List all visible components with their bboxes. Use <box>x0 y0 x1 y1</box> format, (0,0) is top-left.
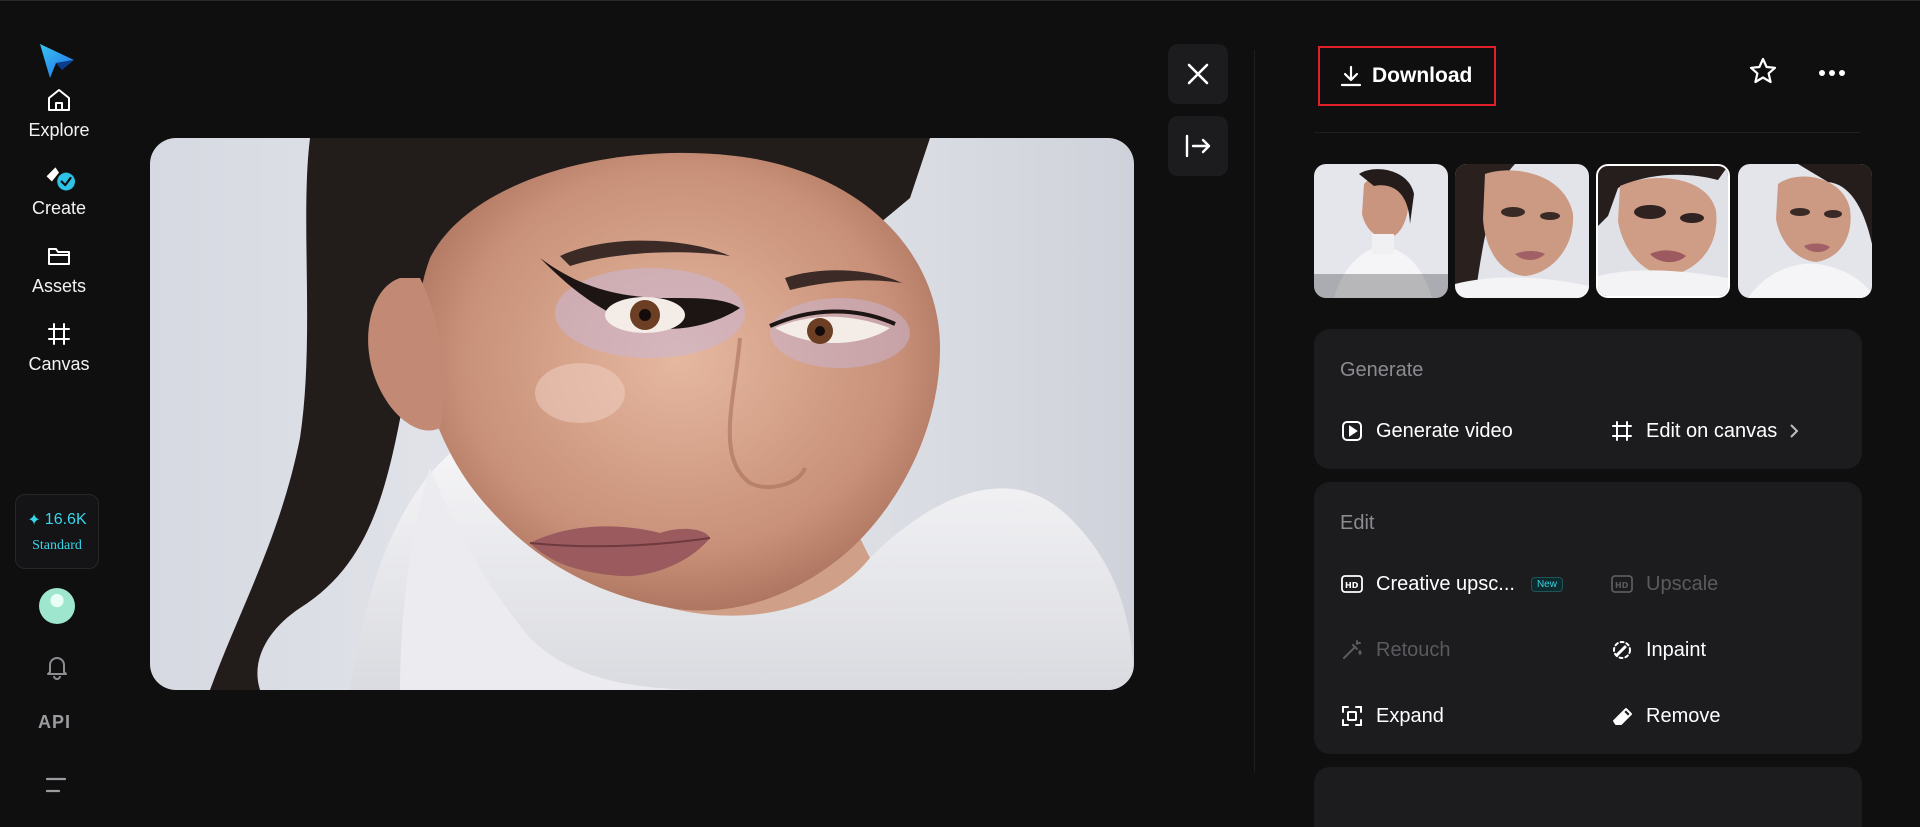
credits-amount-row: ✦ 16.6K <box>27 510 86 530</box>
expand-label: Expand <box>1376 704 1444 727</box>
more-options-button[interactable] <box>1816 62 1848 84</box>
top-border <box>0 0 1920 1</box>
remove-label: Remove <box>1646 704 1721 727</box>
thumbnail-selected[interactable] <box>1596 164 1730 298</box>
sidebar-item-assets[interactable]: Assets <box>14 240 104 306</box>
edit-title: Edit <box>1340 512 1375 534</box>
retouch-label: Retouch <box>1376 638 1451 661</box>
generate-video-button[interactable]: Generate video <box>1340 419 1513 443</box>
generate-section: Generate Generate video Edit on canvas <box>1314 329 1862 469</box>
inpaint-label: Inpaint <box>1646 638 1707 661</box>
inpaint-button[interactable]: Inpaint <box>1610 638 1706 662</box>
creative-upscale-label: Creative upsc... <box>1376 572 1515 595</box>
favorite-button[interactable] <box>1748 56 1778 90</box>
play-icon <box>1340 419 1364 443</box>
canvas-icon <box>43 318 75 350</box>
svg-text:HD: HD <box>1615 581 1629 590</box>
sidebar: Explore Create Assets Canvas ✦ 16.6K Sta… <box>0 0 118 827</box>
menu-icon[interactable] <box>45 776 67 794</box>
header-divider <box>1314 132 1860 133</box>
api-link[interactable]: API <box>38 712 71 733</box>
credits-plan: Standard <box>32 537 82 553</box>
thumbnail[interactable] <box>1455 164 1589 298</box>
inpaint-icon <box>1610 638 1634 662</box>
svg-text:HD: HD <box>1345 581 1359 590</box>
download-button[interactable]: Download <box>1318 46 1496 106</box>
edit-section: Edit HD Creative upsc... New HD Upscale … <box>1314 482 1862 754</box>
upscale-button[interactable]: HD Upscale <box>1610 572 1718 596</box>
download-label: Download <box>1372 64 1473 87</box>
download-icon <box>1340 65 1362 87</box>
more-section <box>1314 767 1862 827</box>
chevron-right-icon <box>1790 424 1799 438</box>
expand-button[interactable]: Expand <box>1340 704 1444 728</box>
close-icon <box>1187 63 1209 85</box>
collapse-panel-icon <box>1185 134 1211 158</box>
retouch-button[interactable]: Retouch <box>1340 638 1451 662</box>
sidebar-item-label: Create <box>31 198 87 218</box>
more-icon <box>1819 70 1845 76</box>
generate-title: Generate <box>1340 359 1424 381</box>
sidebar-item-label: Assets <box>31 276 87 296</box>
thumbnail[interactable] <box>1314 164 1448 298</box>
upscale-label: Upscale <box>1646 572 1719 595</box>
generate-video-label: Generate video <box>1376 419 1513 442</box>
crop-icon <box>1610 419 1634 443</box>
creative-upscale-button[interactable]: HD Creative upsc... New <box>1340 572 1563 596</box>
collapse-panel-button[interactable] <box>1168 116 1228 176</box>
eraser-icon <box>1610 704 1634 728</box>
hd-plus-icon: HD <box>1340 572 1364 596</box>
expand-icon <box>1340 704 1364 728</box>
hd-icon: HD <box>1610 572 1634 596</box>
sparkle-icon: ✦ <box>27 511 41 529</box>
star-icon <box>1749 57 1777 84</box>
sidebar-item-label: Explore <box>28 120 90 140</box>
sidebar-item-canvas[interactable]: Canvas <box>14 318 104 384</box>
sidebar-item-label: Canvas <box>28 354 90 374</box>
edit-on-canvas-button[interactable]: Edit on canvas <box>1610 419 1799 443</box>
sidebar-item-explore[interactable]: Explore <box>14 84 104 150</box>
folder-icon <box>43 240 75 272</box>
thumbnail-strip <box>1314 164 1874 298</box>
panel-divider <box>1254 50 1255 772</box>
close-button[interactable] <box>1168 44 1228 104</box>
create-icon <box>43 162 75 194</box>
remove-button[interactable]: Remove <box>1610 704 1720 728</box>
bell-icon[interactable] <box>43 652 71 680</box>
sidebar-item-create[interactable]: Create <box>14 162 104 228</box>
new-badge: New <box>1530 576 1563 592</box>
credits-badge[interactable]: ✦ 16.6K Standard <box>15 494 99 569</box>
thumbnail[interactable] <box>1738 164 1872 298</box>
logo-icon[interactable] <box>36 40 78 82</box>
wand-icon <box>1340 638 1364 662</box>
edit-on-canvas-label: Edit on canvas <box>1646 419 1778 442</box>
avatar[interactable] <box>39 588 75 624</box>
credits-amount: 16.6K <box>44 510 87 528</box>
main-image <box>150 138 1134 690</box>
home-icon <box>43 84 75 116</box>
